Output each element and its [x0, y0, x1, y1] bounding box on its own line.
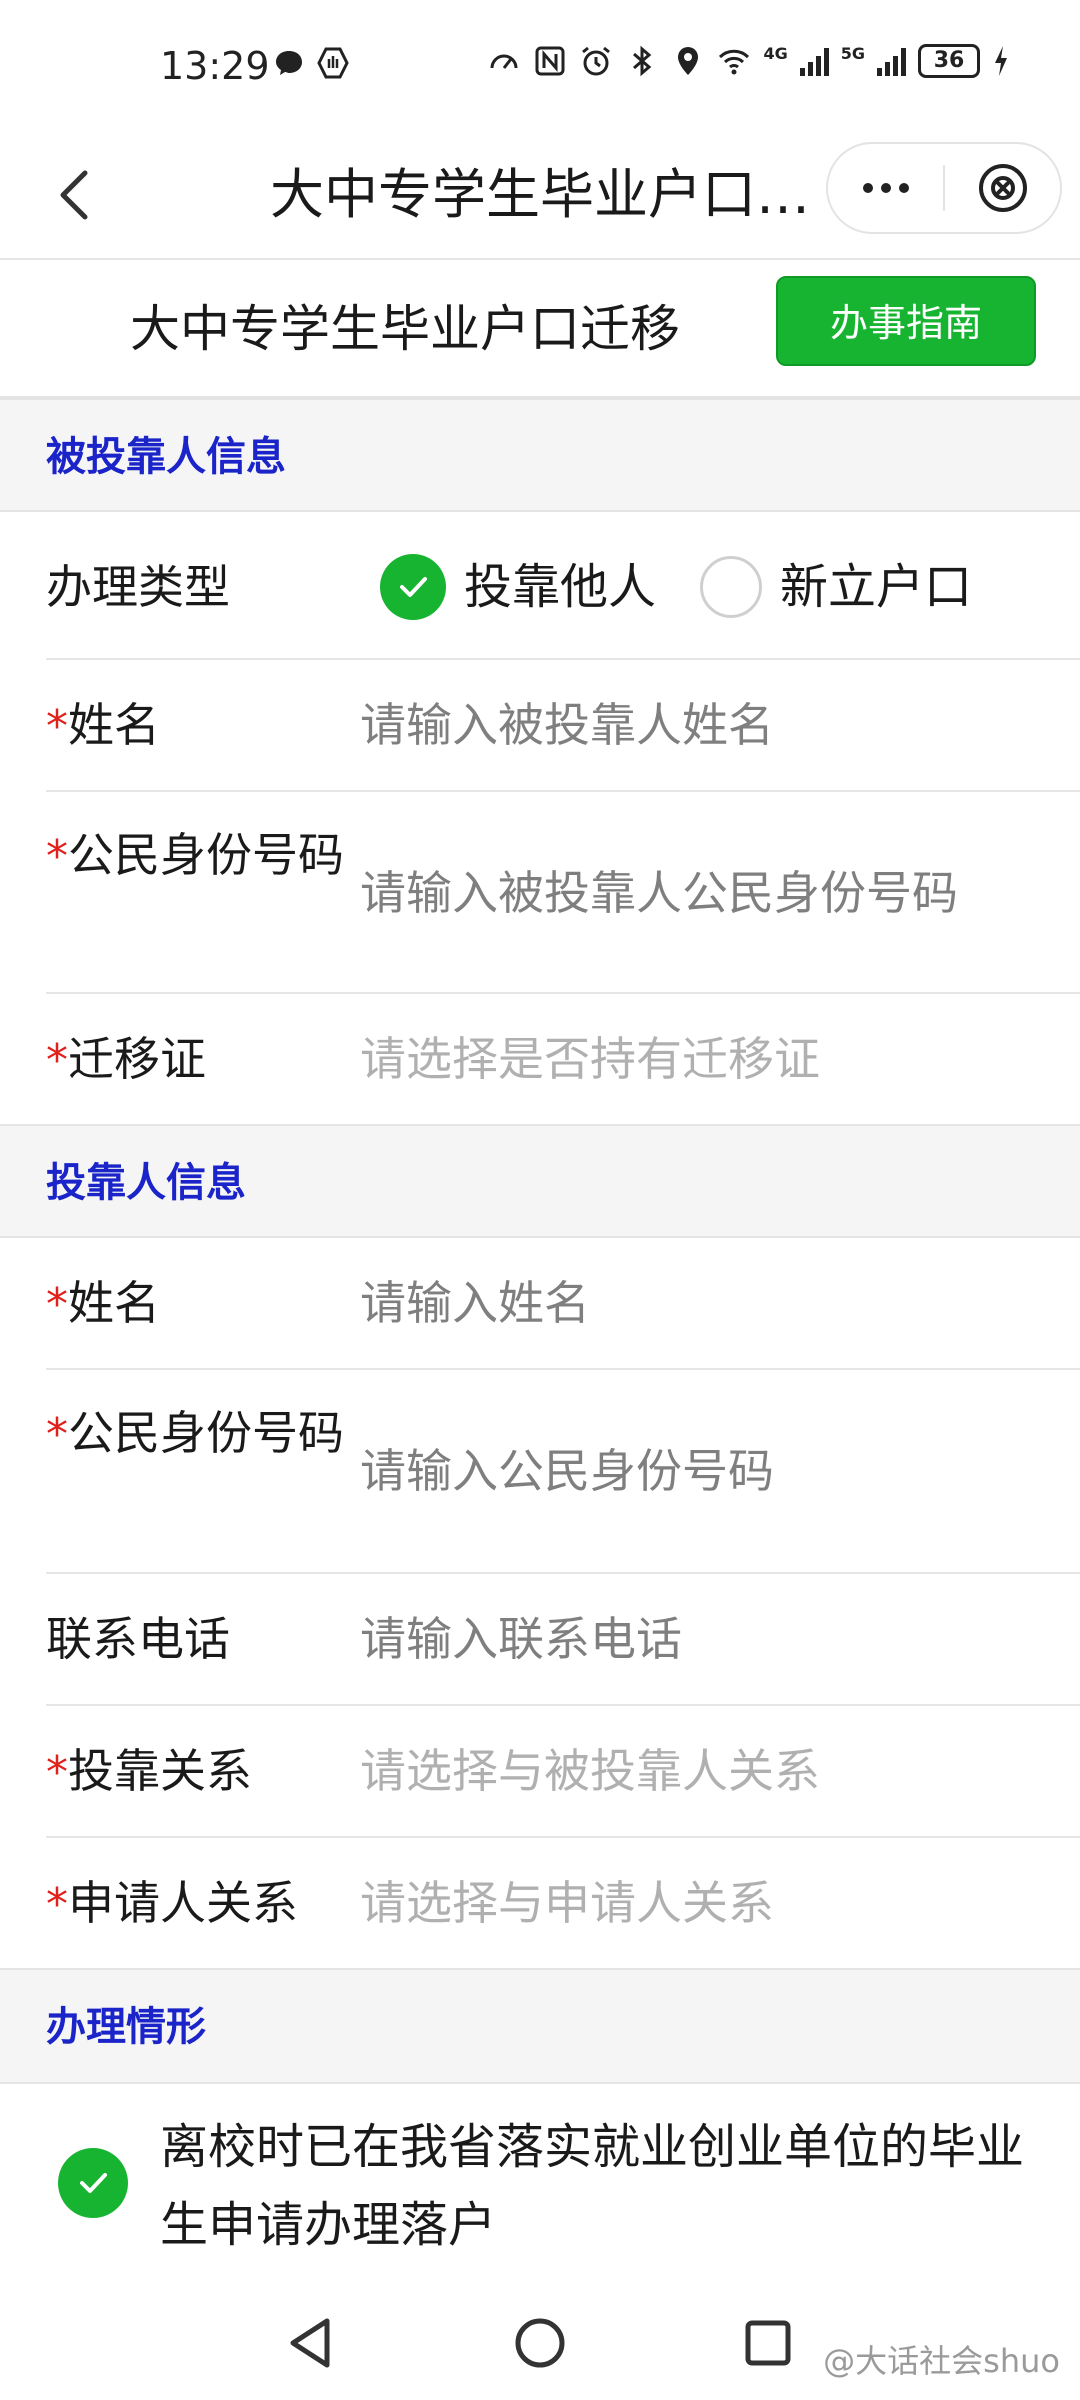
close-circle-icon	[978, 164, 1027, 212]
required-mark: *	[46, 1409, 68, 1460]
dependent-id-row: *公民身份号码 请输入被投靠人公民身份号码	[46, 792, 1080, 994]
applicant-relation-select[interactable]: 请选择与申请人关系	[360, 1870, 774, 1936]
migration-cert-select[interactable]: 请选择是否持有迁移证	[360, 1026, 820, 1092]
chat-bubble-icon	[276, 51, 302, 75]
page-title: 大中专学生毕业户口迁移	[130, 300, 680, 358]
section-title: 办理情形	[46, 2004, 206, 2050]
nav-recents-button[interactable]	[728, 2308, 808, 2378]
host-name-input[interactable]: 请输入姓名	[360, 1270, 590, 1336]
field-label: 姓名	[68, 1276, 160, 1330]
checkbox-checked-icon[interactable]	[58, 2148, 128, 2218]
hand-icon	[317, 47, 349, 79]
host-phone-label: 联系电话	[46, 1612, 230, 1666]
handling-type-label: 办理类型	[46, 560, 230, 614]
radio-label: 投靠他人	[464, 559, 657, 615]
location-icon	[678, 47, 699, 75]
host-name-row: *姓名 请输入姓名	[46, 1238, 1080, 1370]
network-4g-label: 4G	[763, 44, 788, 63]
clock: 13:29	[160, 44, 270, 88]
guide-button[interactable]: 办事指南	[776, 276, 1036, 366]
system-status-icons: 4G 5G 36	[487, 44, 1010, 78]
host-phone-input[interactable]: 请输入联系电话	[360, 1606, 682, 1672]
radio-unchecked-icon	[700, 556, 763, 618]
nav-back-button[interactable]	[270, 2308, 350, 2378]
signal-5g-icon	[877, 46, 906, 76]
radio-new-household[interactable]: 新立户口	[700, 554, 972, 620]
alarm-icon	[582, 46, 611, 76]
battery-icon: 36	[918, 44, 980, 78]
status-bar: 13:29 4G 5G 36	[0, 0, 1080, 130]
nfc-icon	[535, 46, 565, 76]
host-id-label: *公民身份号码	[46, 1400, 346, 1468]
nav-home-button[interactable]	[500, 2308, 580, 2378]
radio-checked-icon	[380, 554, 446, 620]
relation-row: *投靠关系 请选择与被投靠人关系	[46, 1706, 1080, 1838]
circle-home-icon	[515, 2318, 565, 2368]
host-name-label: *姓名	[46, 1270, 336, 1338]
dependent-name-input[interactable]: 请输入被投靠人姓名	[360, 692, 774, 758]
section-host-info: 投靠人信息	[0, 1124, 1080, 1238]
host-id-input[interactable]: 请输入公民身份号码	[360, 1438, 774, 1504]
notification-icons	[272, 46, 350, 80]
host-phone-row: 联系电话 请输入联系电话	[46, 1574, 1080, 1706]
required-mark: *	[46, 1279, 68, 1330]
section-dependent-info: 被投靠人信息	[0, 398, 1080, 512]
host-id-row: *公民身份号码 请输入公民身份号码	[46, 1370, 1080, 1574]
radio-join-others[interactable]: 投靠他人	[380, 554, 656, 620]
required-mark: *	[46, 1035, 68, 1086]
handling-type-radio-group: 投靠他人 新立户口	[380, 554, 1016, 620]
network-5g-label: 5G	[840, 44, 865, 63]
situation-option[interactable]: 离校时已在我省落实就业创业单位的毕业生申请办理落户	[0, 2096, 1080, 2286]
situation-option-text: 离校时已在我省落实就业创业单位的毕业生申请办理落户	[160, 2119, 1025, 2253]
speedometer-icon	[490, 54, 518, 69]
triangle-back-icon	[290, 2318, 330, 2368]
relation-select[interactable]: 请选择与被投靠人关系	[360, 1738, 820, 1804]
chevron-left-icon	[60, 170, 88, 220]
more-button[interactable]	[828, 144, 943, 232]
more-dots-icon	[862, 183, 909, 193]
capsule-menu	[826, 142, 1062, 234]
system-nav-bar: @大话社会shuo	[0, 2286, 1080, 2400]
dependent-name-label: *姓名	[46, 692, 336, 760]
required-mark: *	[46, 1879, 68, 1930]
section-title: 投靠人信息	[46, 1160, 246, 1206]
page-header: 大中专学生毕业户口迁移 办事指南	[0, 262, 1080, 398]
section-title: 被投靠人信息	[46, 434, 286, 480]
field-label: 姓名	[68, 698, 160, 752]
applicant-relation-label: *申请人关系	[46, 1870, 356, 1938]
migration-cert-label: *迁移证	[46, 1026, 336, 1094]
field-label: 迁移证	[68, 1032, 206, 1086]
bluetooth-icon	[633, 45, 652, 77]
section-situation: 办理情形	[0, 1968, 1080, 2084]
relation-label: *投靠关系	[46, 1738, 336, 1806]
charging-icon	[995, 46, 1007, 76]
field-label: 公民身份号码	[68, 1406, 344, 1460]
required-mark: *	[46, 701, 68, 752]
required-mark: *	[46, 1747, 68, 1798]
field-label: 公民身份号码	[68, 828, 344, 882]
signal-4g-icon	[799, 46, 829, 76]
dependent-name-row: *姓名 请输入被投靠人姓名	[46, 660, 1080, 792]
field-label: 申请人关系	[68, 1876, 298, 1930]
close-mini-program-button[interactable]	[945, 144, 1060, 232]
mini-program-nav-bar: 大中专学生毕业户口…	[0, 130, 1080, 260]
dependent-id-label: *公民身份号码	[46, 822, 346, 890]
wifi-icon	[719, 49, 750, 75]
field-label: 投靠关系	[68, 1744, 252, 1798]
watermark: @大话社会shuo	[823, 2342, 1060, 2380]
dependent-id-input[interactable]: 请输入被投靠人公民身份号码	[360, 860, 958, 926]
nav-title: 大中专学生毕业户口…	[270, 163, 810, 226]
back-button[interactable]	[40, 160, 110, 230]
applicant-relation-row: *申请人关系 请选择与申请人关系	[46, 1838, 1080, 1970]
square-recents-icon	[745, 2320, 791, 2366]
radio-label: 新立户口	[780, 559, 973, 615]
required-mark: *	[46, 831, 68, 882]
migration-cert-row: *迁移证 请选择是否持有迁移证	[46, 994, 1080, 1126]
handling-type-row: 办理类型 投靠他人 新立户口	[46, 514, 1080, 660]
